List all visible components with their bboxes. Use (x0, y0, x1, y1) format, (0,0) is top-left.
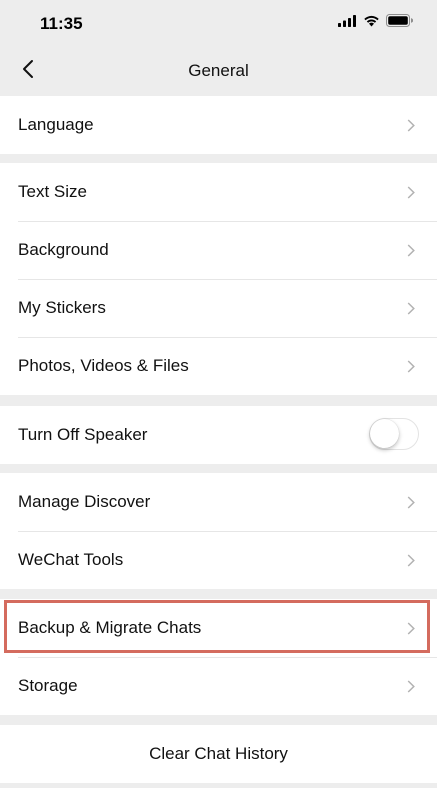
chevron-right-icon (407, 302, 415, 315)
chevron-right-icon (407, 622, 415, 635)
settings-group-display: Text Size Background My Stickers Photos,… (0, 163, 437, 395)
background-row[interactable]: Background (0, 221, 437, 279)
chevron-right-icon (407, 554, 415, 567)
row-label: Photos, Videos & Files (18, 356, 189, 375)
status-icons (338, 14, 414, 32)
row-label: Language (18, 115, 94, 134)
wechat-tools-row[interactable]: WeChat Tools (0, 531, 437, 589)
wifi-icon (363, 14, 380, 32)
row-label: WeChat Tools (18, 550, 124, 569)
settings-group-speaker: Turn Off Speaker (0, 406, 437, 464)
chevron-right-icon (407, 186, 415, 199)
row-label: My Stickers (18, 298, 106, 317)
storage-row[interactable]: Storage (0, 657, 437, 715)
row-label: Turn Off Speaker (18, 425, 148, 444)
chevron-right-icon (407, 119, 415, 132)
clear-chat-history-button[interactable]: Clear Chat History (0, 725, 437, 783)
row-label: Background (18, 240, 109, 259)
page-title: General (188, 61, 249, 80)
row-label: Backup & Migrate Chats (18, 618, 202, 637)
chevron-right-icon (407, 680, 415, 693)
speaker-toggle[interactable] (369, 418, 419, 450)
manage-discover-row[interactable]: Manage Discover (0, 473, 437, 531)
chevron-right-icon (407, 244, 415, 257)
status-bar: 11:35 (0, 0, 437, 48)
signal-icon (338, 14, 357, 32)
row-label: Manage Discover (18, 492, 151, 511)
row-label: Text Size (18, 182, 87, 201)
settings-group-storage: Backup & Migrate Chats Storage (0, 599, 437, 715)
status-time: 11:35 (40, 14, 83, 33)
language-row[interactable]: Language (0, 96, 437, 154)
toggle-knob (370, 419, 399, 448)
photos-videos-files-row[interactable]: Photos, Videos & Files (0, 337, 437, 395)
text-size-row[interactable]: Text Size (0, 163, 437, 221)
settings-group-discover: Manage Discover WeChat Tools (0, 473, 437, 589)
chevron-right-icon (407, 496, 415, 509)
chevron-right-icon (407, 360, 415, 373)
backup-migrate-chats-row[interactable]: Backup & Migrate Chats (0, 599, 437, 657)
my-stickers-row[interactable]: My Stickers (0, 279, 437, 337)
battery-icon (386, 14, 414, 32)
settings-group-language: Language (0, 96, 437, 154)
row-label: Storage (18, 676, 78, 695)
nav-bar: General (0, 48, 437, 94)
turn-off-speaker-row: Turn Off Speaker (0, 406, 437, 464)
